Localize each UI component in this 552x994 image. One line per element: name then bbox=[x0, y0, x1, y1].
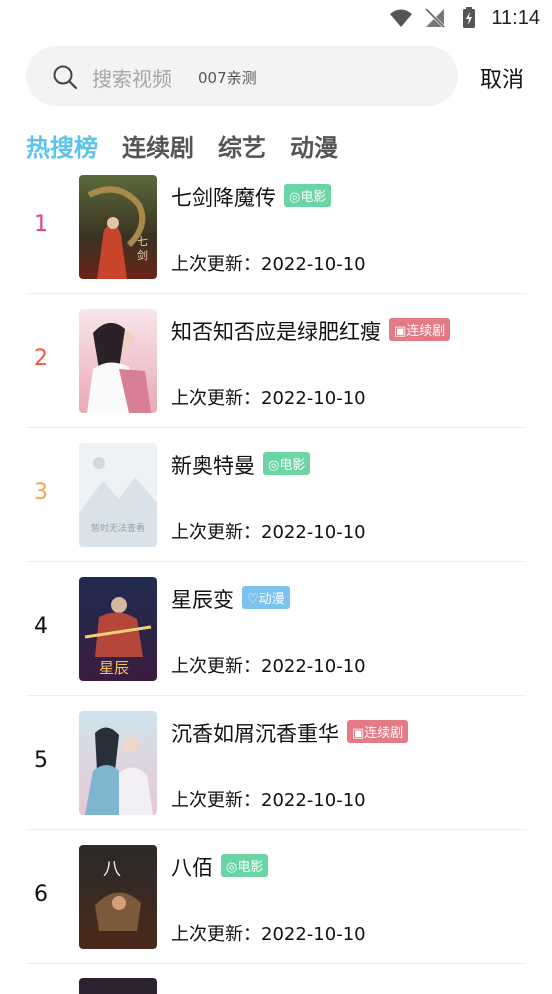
svg-text:剑: 剑 bbox=[137, 248, 148, 262]
svg-text:八: 八 bbox=[103, 859, 121, 880]
rank-number: 6 bbox=[34, 882, 48, 907]
tab-anime[interactable]: 动漫 bbox=[290, 128, 338, 163]
battery-charging-icon bbox=[463, 7, 476, 28]
type-badge-label: 连续剧 bbox=[364, 726, 404, 741]
svg-text:星辰: 星辰 bbox=[99, 659, 129, 677]
list-item[interactable]: 1 七 剑 七剑降魔传 ◎电影 上次更新：2022-10-10 bbox=[26, 160, 526, 294]
poster-image[interactable]: 七 剑 bbox=[79, 175, 157, 279]
type-badge: ▣连续剧 bbox=[347, 720, 409, 743]
type-badge: ◎电影 bbox=[263, 452, 311, 475]
poster-placeholder-image[interactable]: 暂时无法查看 bbox=[79, 443, 157, 547]
film-icon: ◎ bbox=[268, 458, 280, 473]
rank-number: 2 bbox=[34, 346, 48, 371]
clock: 11:14 bbox=[491, 6, 540, 29]
type-badge-label: 动漫 bbox=[258, 592, 285, 607]
list-item[interactable]: 4 星辰 星辰变 ♡动漫 上次更新：2022-10-10 bbox=[26, 562, 526, 696]
poster-image[interactable] bbox=[79, 309, 157, 413]
item-title: 七剑降魔传 bbox=[171, 186, 276, 210]
search-input[interactable]: 搜索视频 bbox=[92, 63, 172, 92]
list-item[interactable]: 6 八 八佰 ◎电影 上次更新：2022-10-10 bbox=[26, 830, 526, 964]
item-title: 新奥特曼 bbox=[171, 454, 255, 478]
poster-image[interactable] bbox=[79, 978, 157, 994]
poster-image[interactable] bbox=[79, 711, 157, 815]
type-badge-label: 电影 bbox=[279, 458, 306, 473]
item-title-wrap: 星辰变 ♡动漫 bbox=[171, 584, 290, 614]
list-item[interactable]: 2 知否知否应是绿肥红瘦 ▣连续剧 上次更新：2022-10-10 bbox=[26, 294, 526, 428]
update-date: 上次更新：2022-10-10 bbox=[171, 254, 366, 275]
rank-number: 5 bbox=[34, 748, 48, 773]
item-title-wrap: 八佰 ◎电影 bbox=[171, 852, 269, 882]
heart-icon: ♡ bbox=[247, 592, 259, 607]
item-title: 星辰变 bbox=[171, 588, 234, 612]
film-icon: ◎ bbox=[226, 860, 238, 875]
update-date: 上次更新：2022-10-10 bbox=[171, 656, 366, 677]
type-badge: ◎电影 bbox=[221, 854, 269, 877]
poster-image[interactable]: 八 bbox=[79, 845, 157, 949]
status-icons: 11:14 bbox=[389, 6, 540, 30]
item-title-wrap: 新奥特曼 ◎电影 bbox=[171, 450, 311, 480]
item-title-wrap: 沉香如屑沉香重华 ▣连续剧 bbox=[171, 718, 409, 748]
no-signal-icon bbox=[425, 7, 446, 29]
rank-number: 3 bbox=[34, 480, 48, 505]
update-date: 上次更新：2022-10-10 bbox=[171, 790, 366, 811]
item-title: 知否知否应是绿肥红瘦 bbox=[171, 320, 381, 344]
tab-series[interactable]: 连续剧 bbox=[122, 128, 194, 163]
poster-image[interactable]: 星辰 bbox=[79, 577, 157, 681]
item-title-wrap: 七剑降魔传 ◎电影 bbox=[171, 182, 332, 212]
list-item[interactable]: 5 沉香如屑沉香重华 ▣连续剧 上次更新：2022-10-10 bbox=[26, 696, 526, 830]
list-item[interactable]: 3 暂时无法查看 新奥特曼 ◎电影 上次更新：2022-10-10 bbox=[26, 428, 526, 562]
category-tabs: 热搜榜 连续剧 综艺 动漫 bbox=[26, 128, 338, 163]
tab-variety[interactable]: 综艺 bbox=[218, 128, 266, 163]
item-title: 八佰 bbox=[171, 856, 213, 880]
update-date: 上次更新：2022-10-10 bbox=[171, 924, 366, 945]
search-bar[interactable]: 搜索视频 007亲测 bbox=[26, 46, 458, 106]
search-hint: 007亲测 bbox=[198, 69, 257, 87]
cancel-button[interactable]: 取消 bbox=[480, 62, 524, 94]
rank-number: 1 bbox=[34, 212, 48, 237]
type-badge-label: 电影 bbox=[237, 860, 264, 875]
hot-search-list: 1 七 剑 七剑降魔传 ◎电影 上次更新：2022-10-10 2 知否知否应是… bbox=[26, 160, 526, 994]
type-badge-label: 连续剧 bbox=[406, 324, 446, 339]
update-date: 上次更新：2022-10-10 bbox=[171, 522, 366, 543]
rank-number: 4 bbox=[34, 614, 48, 639]
wifi-icon bbox=[390, 9, 413, 27]
list-item-partial[interactable] bbox=[26, 964, 526, 994]
tab-hot-search[interactable]: 热搜榜 bbox=[26, 128, 98, 163]
tv-icon: ▣ bbox=[352, 726, 365, 741]
tv-icon: ▣ bbox=[394, 324, 407, 339]
item-title-wrap: 知否知否应是绿肥红瘦 ▣连续剧 bbox=[171, 316, 451, 346]
type-badge: ▣连续剧 bbox=[389, 318, 451, 341]
svg-text:七: 七 bbox=[137, 235, 148, 248]
item-title: 沉香如屑沉香重华 bbox=[171, 722, 339, 746]
placeholder-text: 暂时无法查看 bbox=[90, 524, 145, 534]
type-badge: ◎电影 bbox=[284, 184, 332, 207]
update-date: 上次更新：2022-10-10 bbox=[171, 388, 366, 409]
status-bar: 11:14 bbox=[0, 0, 552, 38]
film-icon: ◎ bbox=[289, 190, 301, 205]
type-badge-label: 电影 bbox=[300, 190, 327, 205]
type-badge: ♡动漫 bbox=[242, 586, 290, 609]
search-icon bbox=[53, 65, 78, 90]
